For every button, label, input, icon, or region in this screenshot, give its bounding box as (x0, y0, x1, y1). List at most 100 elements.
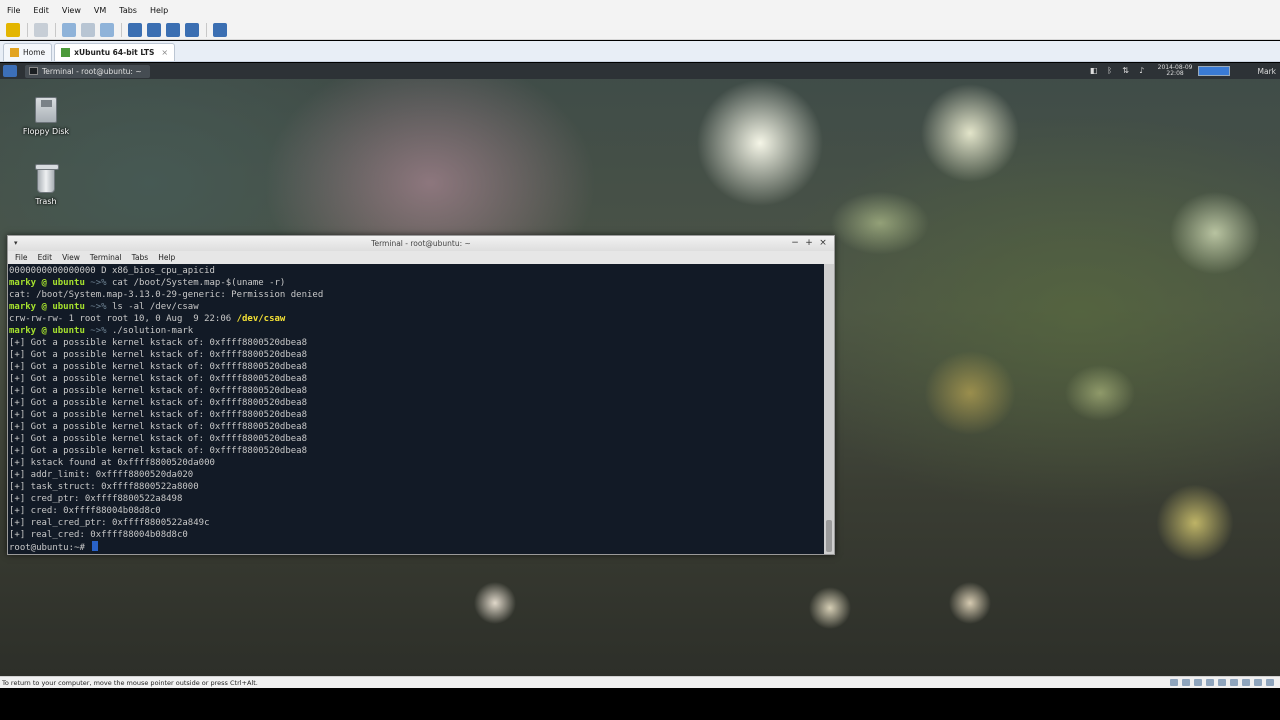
power-icon[interactable] (6, 22, 20, 37)
workspace-switcher[interactable] (1197, 66, 1230, 76)
cd-drive-icon[interactable] (1182, 679, 1190, 686)
sound-icon[interactable] (1230, 679, 1238, 686)
close-icon[interactable]: × (816, 236, 830, 251)
quick-switch-icon[interactable] (147, 22, 161, 37)
terminal-menu-tabs[interactable]: Tabs (127, 253, 154, 262)
vmware-menu-edit[interactable]: Edit (26, 6, 55, 15)
output-text: [+] Got a possible kernel kstack of: 0xf… (9, 338, 308, 348)
terminal-window[interactable]: ▾ Terminal - root@ubuntu: ~ − + × File E… (7, 235, 835, 555)
desktop-icon-trash[interactable]: Trash (16, 164, 76, 206)
unity-icon[interactable] (185, 22, 199, 37)
terminal-menu-file[interactable]: File (10, 253, 33, 262)
toolbar-separator (121, 22, 122, 37)
prompt-arrow: ~>% (84, 278, 112, 288)
output-text: cat: /boot/System.map-3.13.0-29-generic:… (9, 290, 324, 300)
snapshot-icon[interactable] (62, 22, 76, 37)
desktop-icon-floppy-label: Floppy Disk (22, 127, 70, 136)
terminal-line: [+] Got a possible kernel kstack of: 0xf… (9, 385, 826, 397)
tab-xubuntu-label: xUbuntu 64-bit LTS (74, 48, 155, 57)
output-text: [+] cred: 0xffff88004b08d8c0 (9, 506, 161, 516)
output-text: [+] Got a possible kernel kstack of: 0xf… (9, 362, 308, 372)
terminal-menu-edit[interactable]: Edit (33, 253, 58, 262)
terminal-line: [+] real_cred: 0xffff88004b08d8c0 (9, 529, 826, 541)
terminal-line: [+] addr_limit: 0xffff8800520da020 (9, 469, 826, 481)
terminal-line: cat: /boot/System.map-3.13.0-29-generic:… (9, 289, 826, 301)
taskbar-terminal-button[interactable]: Terminal - root@ubuntu: ~ (25, 64, 150, 78)
scrollbar-thumb[interactable] (826, 520, 832, 552)
bluetooth-icon[interactable]: ᛒ (1105, 66, 1115, 76)
message-log-icon[interactable] (1266, 679, 1274, 686)
vmware-menubar: File Edit View VM Tabs Help (0, 0, 1280, 20)
output-text: [+] task_struct: 0xffff8800522a8000 (9, 482, 199, 492)
snapshot-manager-icon[interactable] (100, 22, 114, 37)
display-icon[interactable] (1254, 679, 1262, 686)
output-text: [+] kstack found at 0xffff8800520da000 (9, 458, 215, 468)
tab-xubuntu[interactable]: xUbuntu 64-bit LTS × (54, 43, 176, 61)
command-text: cat /boot/System.map-$(uname -r) (111, 278, 286, 288)
terminal-scrollbar[interactable] (824, 264, 834, 554)
show-sidebar-icon[interactable] (128, 22, 142, 37)
usb-icon[interactable] (1218, 679, 1226, 686)
applications-menu-icon[interactable] (3, 65, 17, 77)
terminal-line: [+] Got a possible kernel kstack of: 0xf… (9, 421, 826, 433)
window-menu-icon[interactable]: ▾ (14, 236, 18, 251)
output-text: [+] Got a possible kernel kstack of: 0xf… (9, 434, 308, 444)
network-adapter-icon[interactable] (1206, 679, 1214, 686)
send-ctrl-alt-del-icon[interactable] (34, 22, 48, 37)
output-text: [+] Got a possible kernel kstack of: 0xf… (9, 374, 308, 384)
shell-prompt: marky @ ubuntu (9, 302, 85, 312)
terminal-line: [+] Got a possible kernel kstack of: 0xf… (9, 373, 826, 385)
terminal-line: crw-rw-rw- 1 root root 10, 0 Aug 9 22:06… (9, 313, 826, 325)
terminal-line: [+] real_cred_ptr: 0xffff8800522a849c (9, 517, 826, 529)
shell-prompt: marky @ ubuntu (9, 326, 85, 336)
output-text: root@ubuntu:~# (9, 543, 91, 553)
terminal-line: [+] Got a possible kernel kstack of: 0xf… (9, 337, 826, 349)
vmware-status-bar: To return to your computer, move the mou… (0, 676, 1280, 688)
terminal-titlebar[interactable]: ▾ Terminal - root@ubuntu: ~ − + × (8, 236, 834, 251)
console-view-icon[interactable] (213, 22, 227, 37)
full-screen-icon[interactable] (166, 22, 180, 37)
output-text: [+] Got a possible kernel kstack of: 0xf… (9, 386, 308, 396)
output-text: [+] Got a possible kernel kstack of: 0xf… (9, 410, 308, 420)
terminal-menu-help[interactable]: Help (153, 253, 180, 262)
network-transfer-icon[interactable]: ⇅ (1121, 66, 1131, 76)
vmware-menu-tabs[interactable]: Tabs (112, 6, 143, 15)
terminal-icon (29, 67, 38, 75)
output-text: [+] Got a possible kernel kstack of: 0xf… (9, 350, 308, 360)
command-text: ./solution-mark (111, 326, 194, 336)
terminal-line: [+] Got a possible kernel kstack of: 0xf… (9, 409, 826, 421)
revert-snapshot-icon[interactable] (81, 22, 95, 37)
terminal-output[interactable]: 0000000000000000 D x86_bios_cpu_apicid ma… (8, 264, 826, 554)
vmware-menu-vm[interactable]: VM (87, 6, 112, 15)
panel-clock[interactable]: 2014-08-09 22:08 (1158, 64, 1193, 78)
network-icon[interactable]: ◧ (1089, 66, 1099, 76)
prompt-arrow: ~>% (84, 302, 112, 312)
terminal-line: [+] Got a possible kernel kstack of: 0xf… (9, 433, 826, 445)
vmware-menu-file[interactable]: File (0, 6, 26, 15)
floppy-drive-icon[interactable] (1194, 679, 1202, 686)
trash-icon (35, 164, 59, 193)
vmware-tab-strip: Home xUbuntu 64-bit LTS × (0, 41, 1280, 62)
tab-close-icon[interactable]: × (161, 48, 168, 57)
terminal-title: Terminal - root@ubuntu: ~ (371, 239, 471, 248)
maximize-icon[interactable]: + (802, 236, 816, 251)
prompt-arrow: ~>% (84, 326, 112, 336)
output-text: crw-rw-rw- 1 root root 10, 0 Aug 9 22:06 (9, 314, 237, 324)
vmware-menu-view[interactable]: View (55, 6, 87, 15)
panel-user-name[interactable]: Mark (1258, 67, 1277, 76)
terminal-menu-terminal[interactable]: Terminal (85, 253, 127, 262)
printer-icon[interactable] (1242, 679, 1250, 686)
tab-home[interactable]: Home (3, 43, 53, 61)
vmware-menu-help[interactable]: Help (143, 6, 174, 15)
volume-icon[interactable]: ♪ (1137, 66, 1147, 76)
minimize-icon[interactable]: − (788, 236, 802, 251)
terminal-line: [+] cred_ptr: 0xffff8800522a8498 (9, 493, 826, 505)
hard-disk-icon[interactable] (1170, 679, 1178, 686)
device-status-icons (1166, 679, 1274, 686)
vmware-toolbar (0, 20, 1280, 40)
tab-home-label: Home (23, 48, 46, 57)
terminal-menu-view[interactable]: View (57, 253, 85, 262)
terminal-line: [+] kstack found at 0xffff8800520da000 (9, 457, 826, 469)
output-text: [+] Got a possible kernel kstack of: 0xf… (9, 446, 308, 456)
desktop-icon-floppy[interactable]: Floppy Disk (16, 97, 76, 136)
